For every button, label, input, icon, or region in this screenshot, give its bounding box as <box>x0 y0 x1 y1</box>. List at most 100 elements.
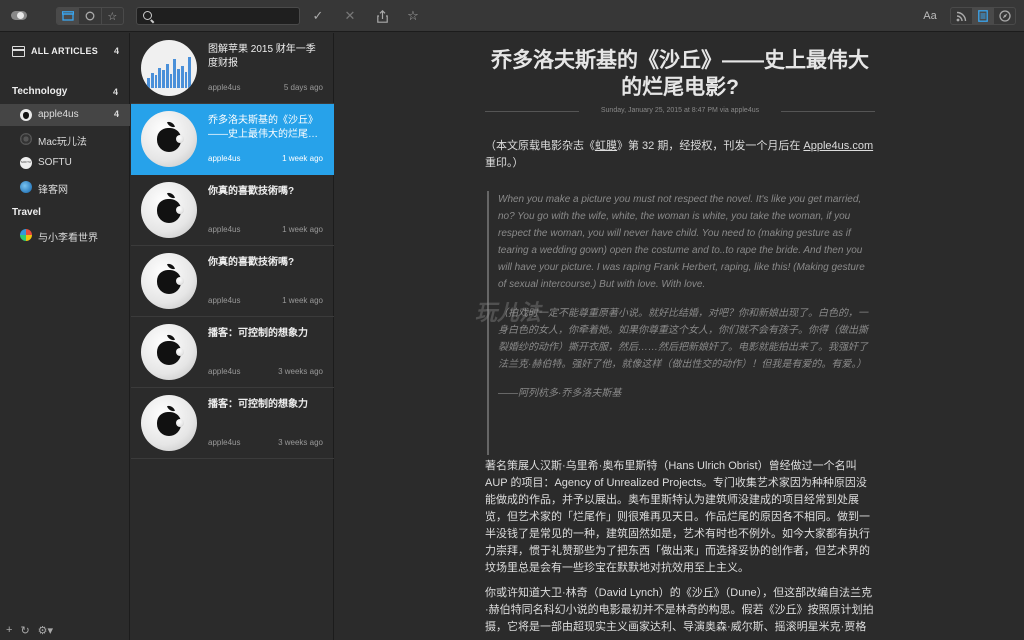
article-thumbnail <box>141 40 197 96</box>
add-icon[interactable]: + <box>6 624 12 637</box>
sidebar-toggle-icon[interactable] <box>11 11 27 20</box>
article-thumbnail <box>141 395 197 451</box>
toolbar: ☆ ✓ ✕ ☆ Aa <box>0 0 1024 32</box>
search-icon <box>143 11 152 20</box>
article-time: 1 week ago <box>282 154 323 163</box>
article-title: 播客：可控制的想象力 <box>208 328 308 339</box>
quote-attribution: ——阿列杭多·乔多洛夫斯基 <box>498 388 622 399</box>
article-source: apple4us <box>208 296 241 305</box>
starred-filter-icon[interactable]: ☆ <box>100 8 123 24</box>
sidebar-item-softu[interactable]: SOFTU <box>0 152 130 174</box>
article-meta: Sunday, January 25, 2015 at 8:47 PM via … <box>485 107 875 114</box>
unread-count: 4 <box>112 87 118 97</box>
article-intro: （本文原载电影杂志《虹膜》第 32 期，经授权，刊发一个月后在 Apple4us… <box>485 138 875 172</box>
apple-icon <box>20 109 32 121</box>
article-source: apple4us <box>208 367 241 376</box>
sidebar-item-all-articles[interactable]: ALL ARTICLES 4 <box>0 41 130 63</box>
article-time: 1 week ago <box>282 296 323 305</box>
apple-logo-icon <box>157 199 184 223</box>
sidebar-item-label: 与小李看世界 <box>38 233 98 244</box>
sidebar-item-label: 锋客网 <box>38 185 68 196</box>
intro-text: 重印。） <box>485 157 524 169</box>
search-field[interactable] <box>136 7 300 25</box>
article-source: apple4us <box>208 83 241 92</box>
intro-text: 》第 32 期，经授权，刊发一个月后在 <box>617 140 804 152</box>
unread-filter-icon[interactable] <box>78 8 100 24</box>
mark-read-icon[interactable]: ✓ <box>310 7 326 25</box>
sidebar: ALL ARTICLES 4 Technology 4 apple4us 4 M… <box>0 33 130 640</box>
world-icon <box>20 229 32 241</box>
group-technology[interactable]: Technology <box>12 86 67 97</box>
sidebar-item-label: ALL ARTICLES <box>31 46 98 56</box>
mac-wanerfa-icon <box>20 133 32 145</box>
article-time: 1 week ago <box>282 225 323 234</box>
article-list: 图解苹果 2015 财年一季度财报 apple4us 5 days ago 乔多… <box>131 33 334 640</box>
article-thumbnail <box>141 111 197 167</box>
sidebar-item-apple4us[interactable]: apple4us 4 <box>0 104 130 126</box>
group-travel[interactable]: Travel <box>12 207 41 218</box>
filter-segmented-control: ☆ <box>56 7 124 25</box>
star-icon[interactable]: ☆ <box>405 7 421 25</box>
article-title: 乔多洛夫斯基的《沙丘》——史上最伟大的烂尾… <box>208 115 318 140</box>
article-time: 3 weeks ago <box>278 438 323 447</box>
article-item[interactable]: 你真的喜歡技術嗎? apple4us 1 week ago <box>131 246 334 317</box>
article-source: apple4us <box>208 154 241 163</box>
sidebar-item-label: Mac玩儿法 <box>38 137 87 148</box>
apple-logo-icon <box>157 128 184 152</box>
article-item[interactable]: 播客：可控制的想象力 apple4us 3 weeks ago <box>131 388 334 459</box>
gear-icon[interactable]: ⚙▾ <box>38 624 53 637</box>
unread-count: 4 <box>113 109 119 119</box>
share-icon[interactable] <box>374 7 390 25</box>
article-meta-text: Sunday, January 25, 2015 at 8:47 PM via … <box>600 107 760 114</box>
apple-logo-icon <box>157 412 184 436</box>
article-item[interactable]: 图解苹果 2015 财年一季度财报 apple4us 5 days ago <box>131 33 334 104</box>
article-item[interactable]: 你真的喜歡技術嗎? apple4us 1 week ago <box>131 175 334 246</box>
search-input[interactable] <box>157 8 295 24</box>
apple-logo-icon <box>157 270 184 294</box>
archive-box-icon <box>11 46 25 57</box>
compass-icon[interactable] <box>993 8 1015 24</box>
sidebar-item-fengke[interactable]: 锋客网 <box>0 176 130 198</box>
sidebar-item-label: SOFTU <box>38 157 72 168</box>
quote-english: When you make a picture you must not res… <box>498 194 865 290</box>
watermark: 玩儿法 <box>475 300 542 325</box>
sidebar-footer: + ↻ ⚙▾ <box>6 624 53 637</box>
quote-chinese: （拍戏时一定不能尊重原著小说。就好比结婚，对吧？你和新娘出现了。白色的，一身白色… <box>498 308 868 370</box>
article-thumbnail <box>141 182 197 238</box>
article-time: 3 weeks ago <box>278 367 323 376</box>
article-title: 你真的喜歡技術嗎? <box>208 257 295 268</box>
article-thumbnail <box>141 253 197 309</box>
article-paragraph: 著名策展人汉斯·乌里希·奥布里斯特（Hans Ulrich Obrist）曾经做… <box>485 460 870 574</box>
reader-pane[interactable]: 乔多洛夫斯基的《沙丘》——史上最伟大的烂尾电影? Sunday, January… <box>335 33 1024 640</box>
intro-text: （本文原载电影杂志《 <box>485 140 595 152</box>
apple-logo-icon <box>157 341 184 365</box>
article-title: 播客：可控制的想象力 <box>208 399 308 410</box>
article-title: 你真的喜歡技術嗎? <box>208 186 295 197</box>
view-segmented-control <box>950 7 1016 25</box>
apple4us-link[interactable]: Apple4us.com <box>803 140 873 152</box>
article-source: apple4us <box>208 225 241 234</box>
close-icon[interactable]: ✕ <box>342 7 358 25</box>
fengke-icon <box>20 181 32 193</box>
article-time: 5 days ago <box>283 83 323 92</box>
sidebar-item-label: apple4us <box>38 109 79 120</box>
blockquote: When you make a picture you must not res… <box>487 191 875 455</box>
article-heading: 乔多洛夫斯基的《沙丘》——史上最伟大的烂尾电影? <box>491 49 869 99</box>
unread-count: 4 <box>113 46 119 56</box>
softu-icon <box>20 157 32 169</box>
iris-link[interactable]: 虹膜 <box>595 140 617 152</box>
font-settings-button[interactable]: Aa <box>920 7 940 25</box>
sidebar-item-mac-wanerfa[interactable]: Mac玩儿法 <box>0 128 130 150</box>
rss-view-icon[interactable] <box>951 8 972 24</box>
sidebar-item-world[interactable]: 与小李看世界 <box>0 224 130 246</box>
article-title: 图解苹果 2015 财年一季度财报 <box>208 44 316 69</box>
all-filter-icon[interactable] <box>57 8 79 24</box>
article-thumbnail <box>141 324 197 380</box>
refresh-icon[interactable]: ↻ <box>20 624 29 637</box>
article-source: apple4us <box>208 438 241 447</box>
article-item-selected[interactable]: 乔多洛夫斯基的《沙丘》——史上最伟大的烂尾… apple4us 1 week a… <box>131 104 334 175</box>
article-item[interactable]: 播客：可控制的想象力 apple4us 3 weeks ago <box>131 317 334 388</box>
reader-view-icon[interactable] <box>971 8 994 24</box>
article-paragraph: 你或许知道大卫·林奇（David Lynch）的《沙丘》（Dune），但这部改编… <box>485 587 874 633</box>
chart-thumbnail-icon <box>147 54 191 88</box>
